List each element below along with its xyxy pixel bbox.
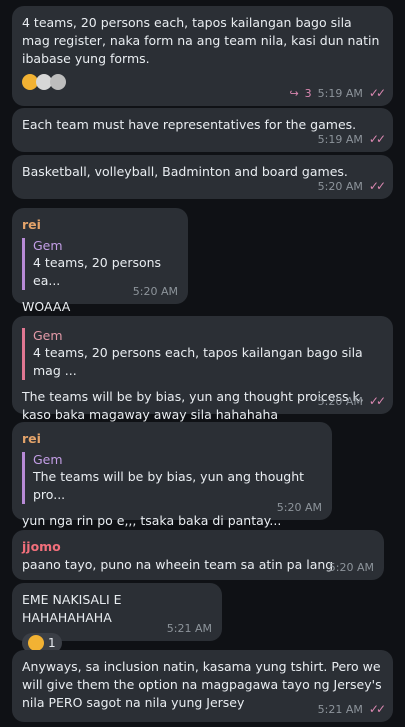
message-meta: 5:21 AM — [167, 622, 212, 635]
read-check-icon: ✓✓ — [368, 179, 386, 193]
reply-text: The teams will be by bias, yun ang thoug… — [33, 469, 305, 502]
sender-name[interactable]: jjomo — [22, 538, 374, 556]
message-meta: 5:20 AM — [133, 285, 178, 298]
message-bubble[interactable]: Gem 4 teams, 20 persons each, tapos kail… — [12, 316, 393, 422]
reply-sender: Gem — [33, 238, 63, 253]
sender-name[interactable]: rei — [22, 216, 178, 234]
message-time: 5:20 AM — [317, 179, 363, 193]
reply-preview[interactable]: Gem 4 teams, 20 persons each, tapos kail… — [22, 328, 383, 380]
read-check-icon: ✓✓ — [368, 394, 386, 408]
message-time: 5:20 AM — [132, 285, 178, 298]
reply-preview[interactable]: Gem 4 teams, 20 persons ea... — [22, 238, 178, 290]
reply-text: 4 teams, 20 persons each, tapos kailanga… — [33, 345, 363, 378]
chat-view: 4 teams, 20 persons each, tapos kailanga… — [0, 0, 405, 727]
message-time: 5:19 AM — [317, 86, 363, 100]
reply-preview[interactable]: Gem The teams will be by bias, yun ang t… — [22, 452, 322, 504]
message-time: 5:20 AM — [317, 394, 363, 408]
message-time: 5:21 AM — [317, 702, 363, 716]
message-meta: 5:21 AM ✓✓ — [317, 702, 386, 716]
message-meta: 5:20 AM ✓✓ — [317, 179, 386, 193]
message-bubble[interactable]: rei Gem The teams will be by bias, yun a… — [12, 422, 332, 528]
message-meta: 5:20 AM — [277, 501, 322, 514]
message-meta: 5:20 AM — [329, 561, 374, 574]
message-text: 4 teams, 20 persons each, tapos kailanga… — [22, 15, 384, 66]
face-emoji-icon[interactable] — [50, 74, 66, 90]
reaction-count: 1 — [48, 636, 56, 650]
message-bubble[interactable]: EME NAKISALI E HAHAHAHAHA 1 5:21 AM — [12, 583, 222, 653]
message-meta: 5:19 AM ✓✓ — [317, 132, 386, 146]
reply-sender: Gem — [33, 328, 63, 343]
message-bubble[interactable]: Anyways, sa inclusion natin, kasama yung… — [12, 650, 393, 722]
read-check-icon: ✓✓ — [368, 86, 386, 100]
message-text: WOAAA — [22, 299, 71, 314]
message-meta: ↪ 3 5:19 AM ✓✓ — [289, 86, 386, 100]
message-time: 5:20 AM — [276, 501, 322, 514]
message-text: yun nga rin po e,,, tsaka baka di pantay… — [22, 513, 282, 528]
message-bubble[interactable]: rei Gem 4 teams, 20 persons ea... WOAAA … — [12, 208, 188, 314]
message-text: paano tayo, puno na wheein team sa atin … — [22, 557, 334, 572]
reply-sender: Gem — [33, 452, 63, 467]
message-time: 5:19 AM — [317, 132, 363, 146]
reply-icon[interactable]: ↪ — [289, 87, 298, 100]
message-meta: 5:20 AM ✓✓ — [317, 394, 386, 408]
message-bubble[interactable]: Basketball, volleyball, Badminton and bo… — [12, 155, 393, 199]
reply-count[interactable]: 3 — [305, 87, 312, 100]
message-time: 5:21 AM — [166, 622, 212, 635]
read-check-icon: ✓✓ — [368, 132, 386, 146]
message-bubble[interactable]: Each team must have representatives for … — [12, 108, 393, 152]
laughing-face-icon — [28, 635, 44, 651]
message-bubble[interactable]: jjomo paano tayo, puno na wheein team sa… — [12, 530, 384, 580]
read-check-icon: ✓✓ — [368, 702, 386, 716]
message-bubble[interactable]: 4 teams, 20 persons each, tapos kailanga… — [12, 6, 393, 106]
message-time: 5:20 AM — [328, 561, 374, 574]
sender-name[interactable]: rei — [22, 430, 322, 448]
